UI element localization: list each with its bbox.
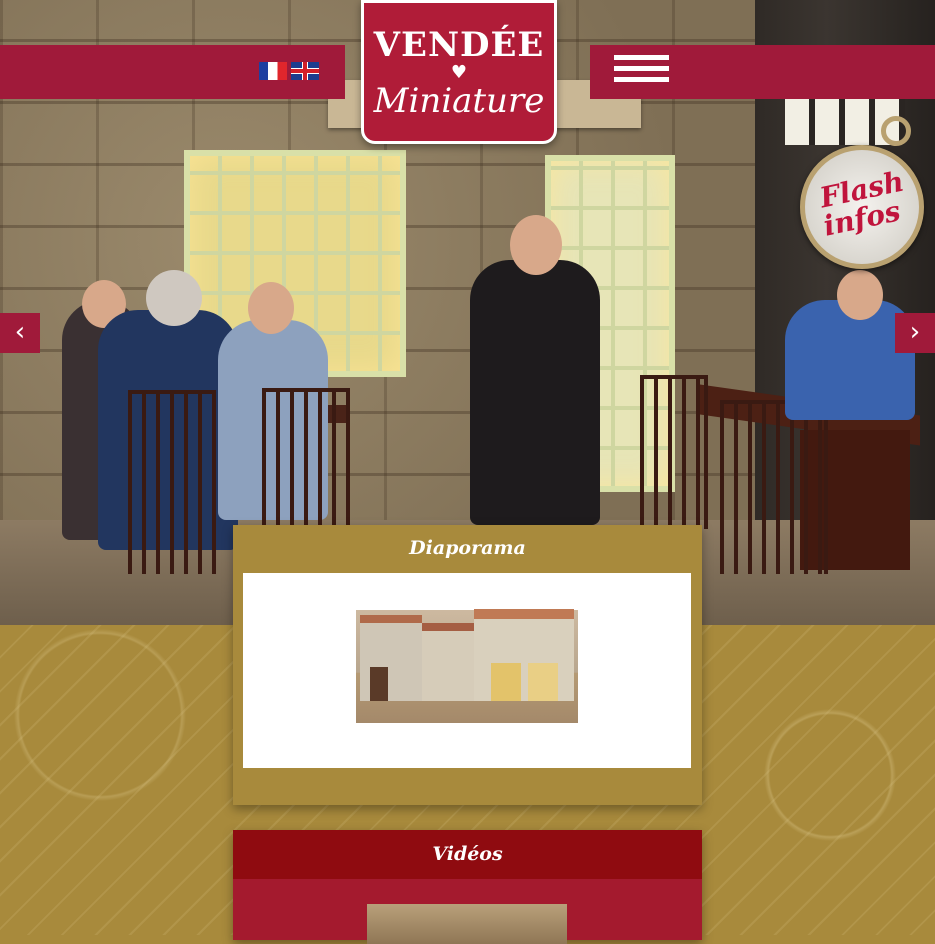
site-logo[interactable]: VENDÉE ♥ Miniature [361,0,557,144]
hamburger-menu-icon[interactable] [614,55,669,89]
pocket-watch-ring [881,116,911,146]
slideshow-body [243,573,691,768]
slideshow-thumbnail[interactable] [356,609,578,723]
language-switcher [259,62,319,80]
chair-right-1 [640,375,708,529]
slider-prev-button[interactable]: ‹ [0,313,40,353]
videos-panel: Vidéos [233,830,702,944]
slideshow-title: Diaporama [409,537,526,559]
slideshow-panel: Diaporama [233,525,702,805]
chair-right-2 [720,400,828,574]
heart-ornament-icon: ♥ [450,62,468,83]
flag-uk-icon[interactable] [291,62,319,80]
videos-title: Vidéos [233,830,702,879]
flag-france-icon[interactable] [259,62,287,80]
chair-left [128,390,216,574]
logo-title: VENDÉE [373,25,545,65]
video-thumbnail[interactable] [367,904,567,944]
figurine-waiter [470,215,600,525]
chair-middle [262,388,350,527]
flash-infos-badge[interactable]: Flash infos [800,145,924,269]
logo-subtitle: Miniature [373,81,545,121]
slider-next-button[interactable]: › [895,313,935,353]
